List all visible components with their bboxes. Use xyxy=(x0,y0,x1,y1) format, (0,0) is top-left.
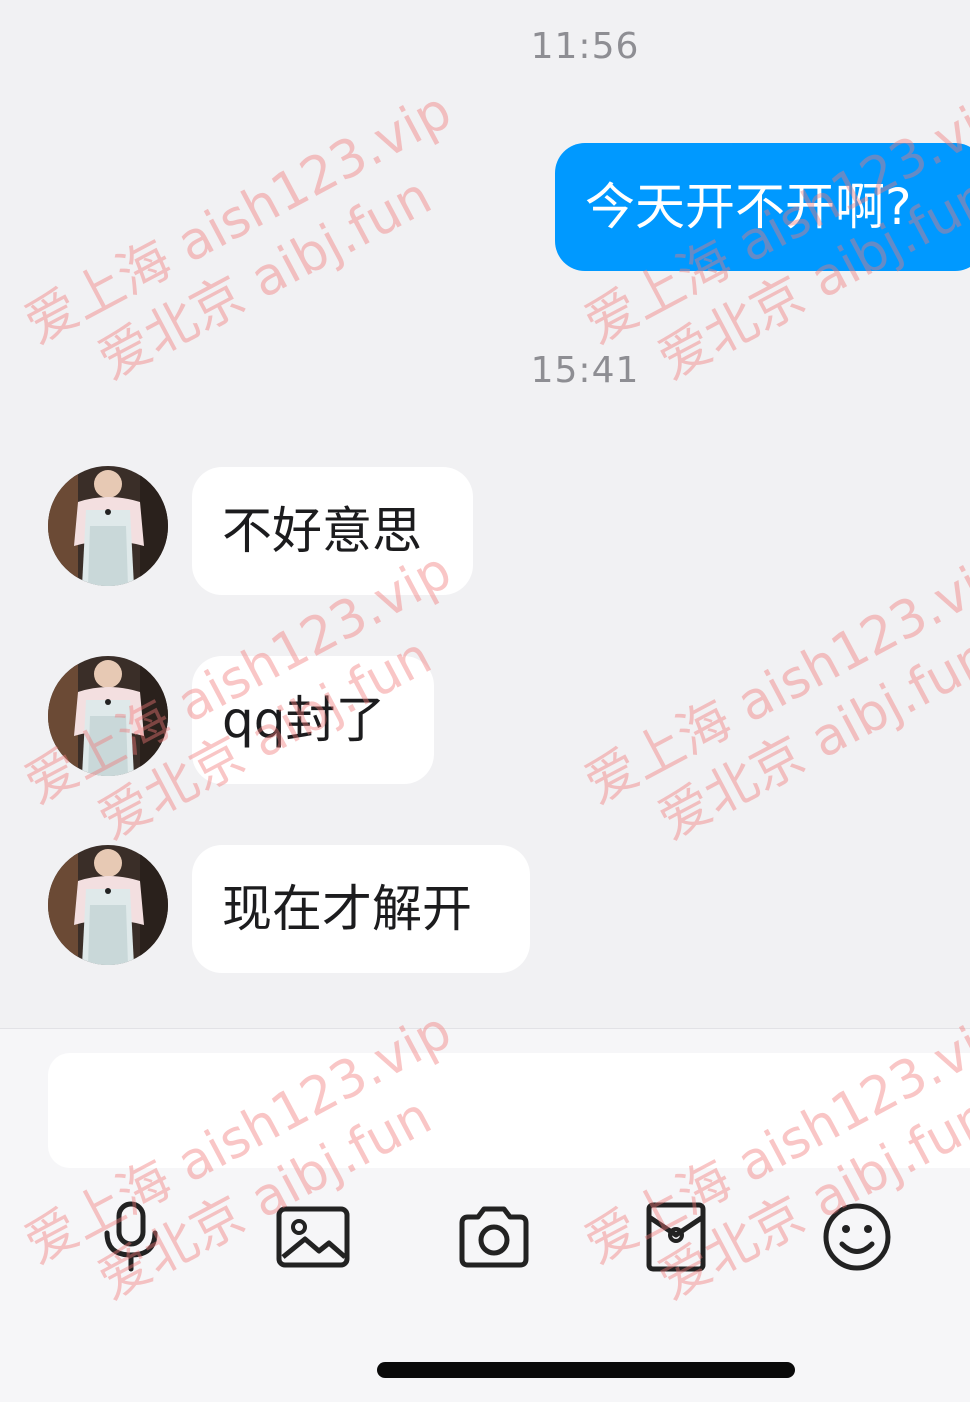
avatar[interactable] xyxy=(48,845,168,965)
message-text: qq封了 xyxy=(222,691,386,749)
camera-button[interactable] xyxy=(449,1197,539,1277)
message-bubble-incoming[interactable]: 不好意思 xyxy=(192,467,473,595)
message-input[interactable] xyxy=(48,1053,970,1168)
image-button[interactable] xyxy=(268,1197,358,1277)
message-bubble-outgoing[interactable]: 今天开不开啊? xyxy=(555,143,970,271)
message-text: 现在才解开 xyxy=(222,880,472,938)
microphone-button[interactable] xyxy=(86,1197,176,1277)
input-panel xyxy=(0,1028,970,1402)
emoji-icon xyxy=(823,1203,891,1271)
message-bubble-incoming[interactable]: qq封了 xyxy=(192,656,434,784)
red-packet-icon xyxy=(646,1202,706,1272)
emoji-button[interactable] xyxy=(812,1197,902,1277)
message-text: 今天开不开啊? xyxy=(585,178,912,236)
microphone-icon xyxy=(104,1201,158,1272)
camera-icon xyxy=(459,1206,529,1268)
image-icon xyxy=(276,1206,350,1268)
red-packet-button[interactable] xyxy=(631,1197,721,1277)
message-text: 不好意思 xyxy=(222,502,422,560)
home-indicator xyxy=(377,1362,795,1378)
message-bubble-incoming[interactable]: 现在才解开 xyxy=(192,845,530,973)
timestamp: 15:41 xyxy=(530,350,640,391)
chat-area: 11:56 今天开不开啊? 15:41 不好意思 qq封了 现在才解开 xyxy=(0,0,970,1028)
avatar[interactable] xyxy=(48,656,168,776)
timestamp: 11:56 xyxy=(530,26,640,67)
avatar[interactable] xyxy=(48,466,168,586)
